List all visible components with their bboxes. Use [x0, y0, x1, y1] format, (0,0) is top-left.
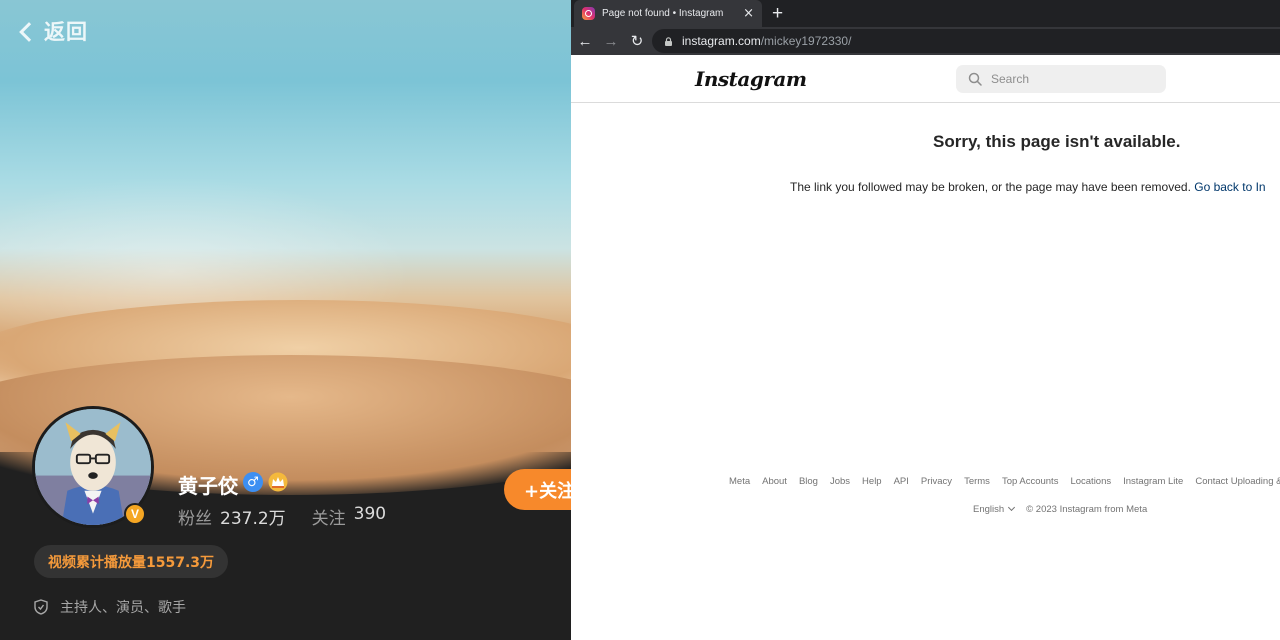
footer-links: Meta About Blog Jobs Help API Privacy Te…: [729, 476, 1280, 487]
male-gender-icon: ♂: [243, 472, 263, 492]
instagram-favicon-icon: [582, 7, 595, 20]
following-count[interactable]: 390: [354, 504, 386, 529]
tab-title: Page not found • Instagram: [602, 8, 724, 19]
profile-tags-text: 主持人、演员、歌手: [60, 600, 186, 616]
language-label: English: [973, 504, 1005, 515]
error-title: Sorry, this page isn't available.: [933, 132, 1181, 151]
back-label: 返回: [44, 20, 88, 44]
footer-link-contact-uploading[interactable]: Contact Uploading &: [1195, 476, 1280, 487]
back-button[interactable]: 返回: [19, 16, 88, 46]
copyright: © 2023 Instagram from Meta: [1026, 504, 1148, 515]
search-input[interactable]: [991, 72, 1151, 86]
tab-close-icon[interactable]: ×: [743, 6, 754, 21]
reload-icon[interactable]: ↻: [625, 29, 649, 53]
footer-bottom: English © 2023 Instagram from Meta: [973, 503, 1148, 515]
browser-window: Page not found • Instagram × + ← → ↻ ins…: [571, 0, 1280, 640]
instagram-header: Instagram: [571, 55, 1280, 103]
forward-arrow-icon[interactable]: →: [599, 29, 623, 53]
footer-link-terms[interactable]: Terms: [964, 476, 990, 487]
error-description: The link you followed may be broken, or …: [790, 180, 1266, 194]
footer-link-privacy[interactable]: Privacy: [921, 476, 952, 487]
address-bar[interactable]: instagram.com/mickey1972330/: [652, 29, 1280, 53]
profile-tags: 主持人、演员、歌手: [34, 597, 186, 617]
footer-link-about[interactable]: About: [762, 476, 787, 487]
shield-icon: [34, 599, 48, 615]
url-host: instagram.com: [682, 34, 761, 48]
chevron-left-icon: [19, 22, 39, 42]
crown-icon: [268, 472, 288, 492]
new-tab-button[interactable]: +: [772, 3, 783, 25]
following-label: 关注: [311, 509, 346, 529]
search-icon: [968, 72, 982, 86]
tab-strip: Page not found • Instagram × +: [571, 0, 1280, 27]
footer-link-jobs[interactable]: Jobs: [830, 476, 850, 487]
followers-count[interactable]: 237.2万: [220, 504, 286, 529]
footer-link-top-accounts[interactable]: Top Accounts: [1002, 476, 1059, 487]
video-play-count-badge: 视频累计播放量1557.3万: [34, 545, 229, 578]
chevron-down-icon: [1008, 503, 1016, 512]
footer-link-instagram-lite[interactable]: Instagram Lite: [1123, 476, 1183, 487]
browser-toolbar: ← → ↻ instagram.com/mickey1972330/: [571, 27, 1280, 55]
url-path: /mickey1972330/: [760, 34, 852, 48]
language-selector[interactable]: English: [973, 503, 1016, 515]
footer-link-api[interactable]: API: [894, 476, 909, 487]
profile-stats: 粉丝 237.2万 关注 390: [178, 504, 386, 529]
instagram-logo[interactable]: Instagram: [695, 67, 807, 91]
error-description-text: The link you followed may be broken, or …: [790, 180, 1195, 194]
footer-link-help[interactable]: Help: [862, 476, 882, 487]
footer-link-meta[interactable]: Meta: [729, 476, 750, 487]
footer-link-locations[interactable]: Locations: [1070, 476, 1111, 487]
weibo-profile-panel: 返回 V 黄子佼 ♂ 粉丝 237.2万 关注 390 +关注 视频累计播放量1…: [0, 0, 571, 640]
lock-icon[interactable]: [664, 36, 673, 46]
go-back-link[interactable]: Go back to In: [1194, 180, 1265, 194]
profile-name: 黄子佼: [178, 474, 238, 498]
verified-badge-icon: V: [124, 503, 146, 525]
back-arrow-icon[interactable]: ←: [573, 29, 597, 53]
follow-button[interactable]: +关注: [504, 469, 571, 510]
tab-instagram[interactable]: Page not found • Instagram ×: [574, 0, 762, 27]
profile-cover-image: [0, 0, 571, 495]
followers-label: 粉丝: [178, 509, 212, 529]
footer-link-blog[interactable]: Blog: [799, 476, 818, 487]
search-box[interactable]: [956, 65, 1166, 93]
